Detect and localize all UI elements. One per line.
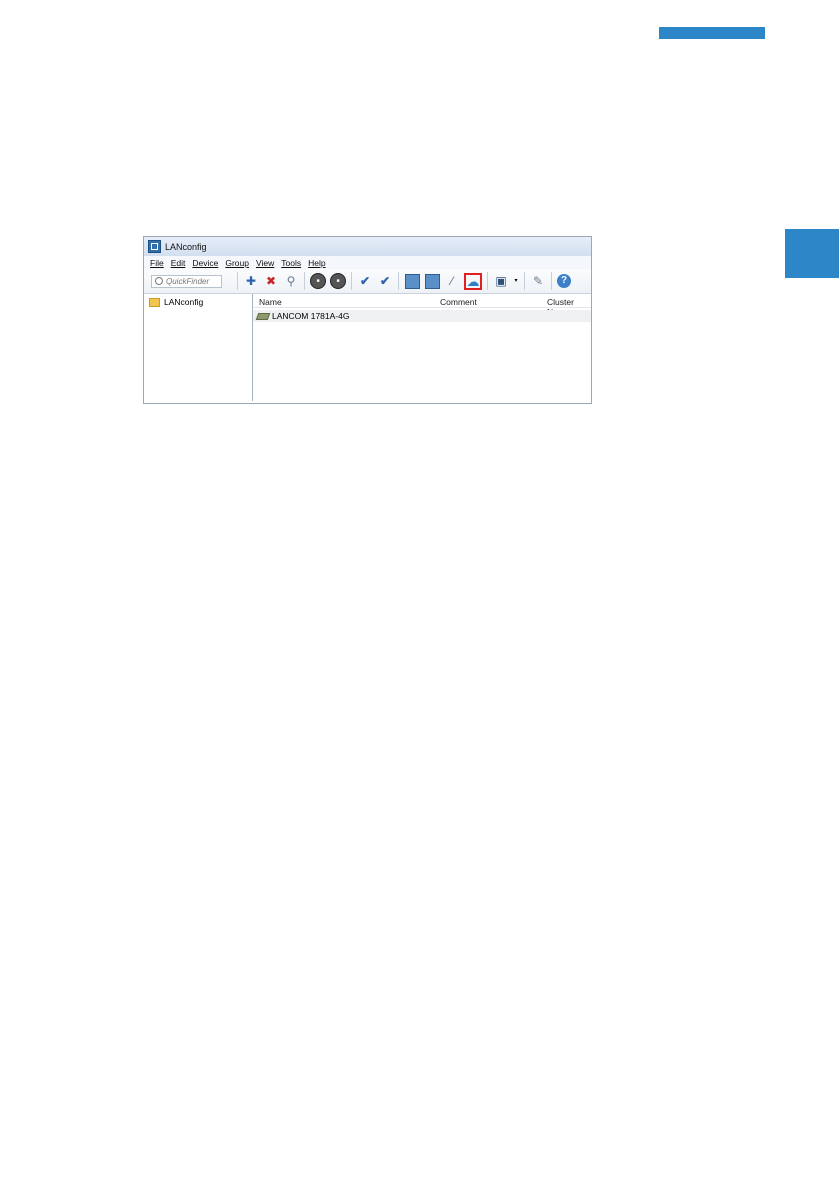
check-all-icon[interactable]: ✔ [377, 273, 393, 289]
search-device-icon[interactable]: ⚲ [283, 273, 299, 289]
toolbar-separator [487, 272, 488, 290]
device-name: LANCOM 1781A-4G [272, 311, 350, 321]
toolbar-separator [304, 272, 305, 290]
toolbar-separator [551, 272, 552, 290]
delete-device-icon[interactable]: ✖ [263, 273, 279, 289]
title-bar: LANconfig [144, 237, 591, 256]
router-icon [255, 312, 271, 320]
stop-all-icon[interactable]: ■ [330, 273, 346, 289]
menu-view[interactable]: View [256, 258, 274, 268]
configure-all-icon[interactable] [424, 273, 440, 289]
menu-bar: File Edit Device Group View Tools Help [144, 256, 591, 269]
save-icon[interactable]: ▣ [493, 273, 509, 289]
menu-device[interactable]: Device [192, 258, 218, 268]
main-content: LANconfig Name Comment Cluster Nam LANCO… [144, 294, 591, 401]
quickfinder-placeholder: QuickFinder [166, 276, 210, 286]
quickfinder-input[interactable]: QuickFinder [151, 274, 222, 288]
stop-icon[interactable]: ■ [310, 273, 326, 289]
cloud-button-highlighted[interactable]: ☁ [464, 272, 482, 290]
list-header: Name Comment Cluster Nam [253, 294, 591, 317]
wizard-icon[interactable]: ⁄ [444, 273, 460, 289]
search-icon [155, 277, 163, 285]
help-icon[interactable]: ? [557, 274, 571, 288]
chapter-tab [785, 229, 839, 278]
toolbar-separator [524, 272, 525, 290]
window-title: LANconfig [165, 241, 207, 252]
lanconfig-window: LANconfig File Edit Device Group View To… [143, 236, 592, 404]
cloud-icon: ☁ [466, 273, 480, 289]
menu-help[interactable]: Help [308, 258, 325, 268]
table-row[interactable]: LANCOM 1781A-4G [253, 310, 591, 322]
configure-icon[interactable] [404, 273, 420, 289]
toolbar: QuickFinder ✚ ✖ ⚲ ■ ■ ✔ ✔ ⁄ ☁ ▣ ▾ ✎ ? [144, 269, 591, 294]
tree-pane: LANconfig [144, 294, 253, 401]
check-icon[interactable]: ✔ [357, 273, 373, 289]
folder-icon [149, 297, 160, 307]
menu-tools[interactable]: Tools [281, 258, 301, 268]
menu-group[interactable]: Group [225, 258, 249, 268]
dropdown-arrow-icon[interactable]: ▾ [513, 273, 519, 289]
menu-edit[interactable]: Edit [171, 258, 186, 268]
app-icon [148, 240, 161, 253]
tree-item-lanconfig[interactable]: LANconfig [144, 297, 252, 307]
header-accent-bar [659, 27, 765, 39]
toolbar-separator [351, 272, 352, 290]
toolbar-separator [398, 272, 399, 290]
column-name[interactable]: Name [259, 297, 282, 307]
column-comment[interactable]: Comment [440, 297, 477, 307]
tree-item-label: LANconfig [164, 297, 204, 307]
tools-icon[interactable]: ✎ [530, 273, 546, 289]
new-device-icon[interactable]: ✚ [243, 273, 259, 289]
device-list: Name Comment Cluster Nam LANCOM 1781A-4G [253, 294, 591, 401]
menu-file[interactable]: File [150, 258, 164, 268]
toolbar-separator [237, 272, 238, 290]
